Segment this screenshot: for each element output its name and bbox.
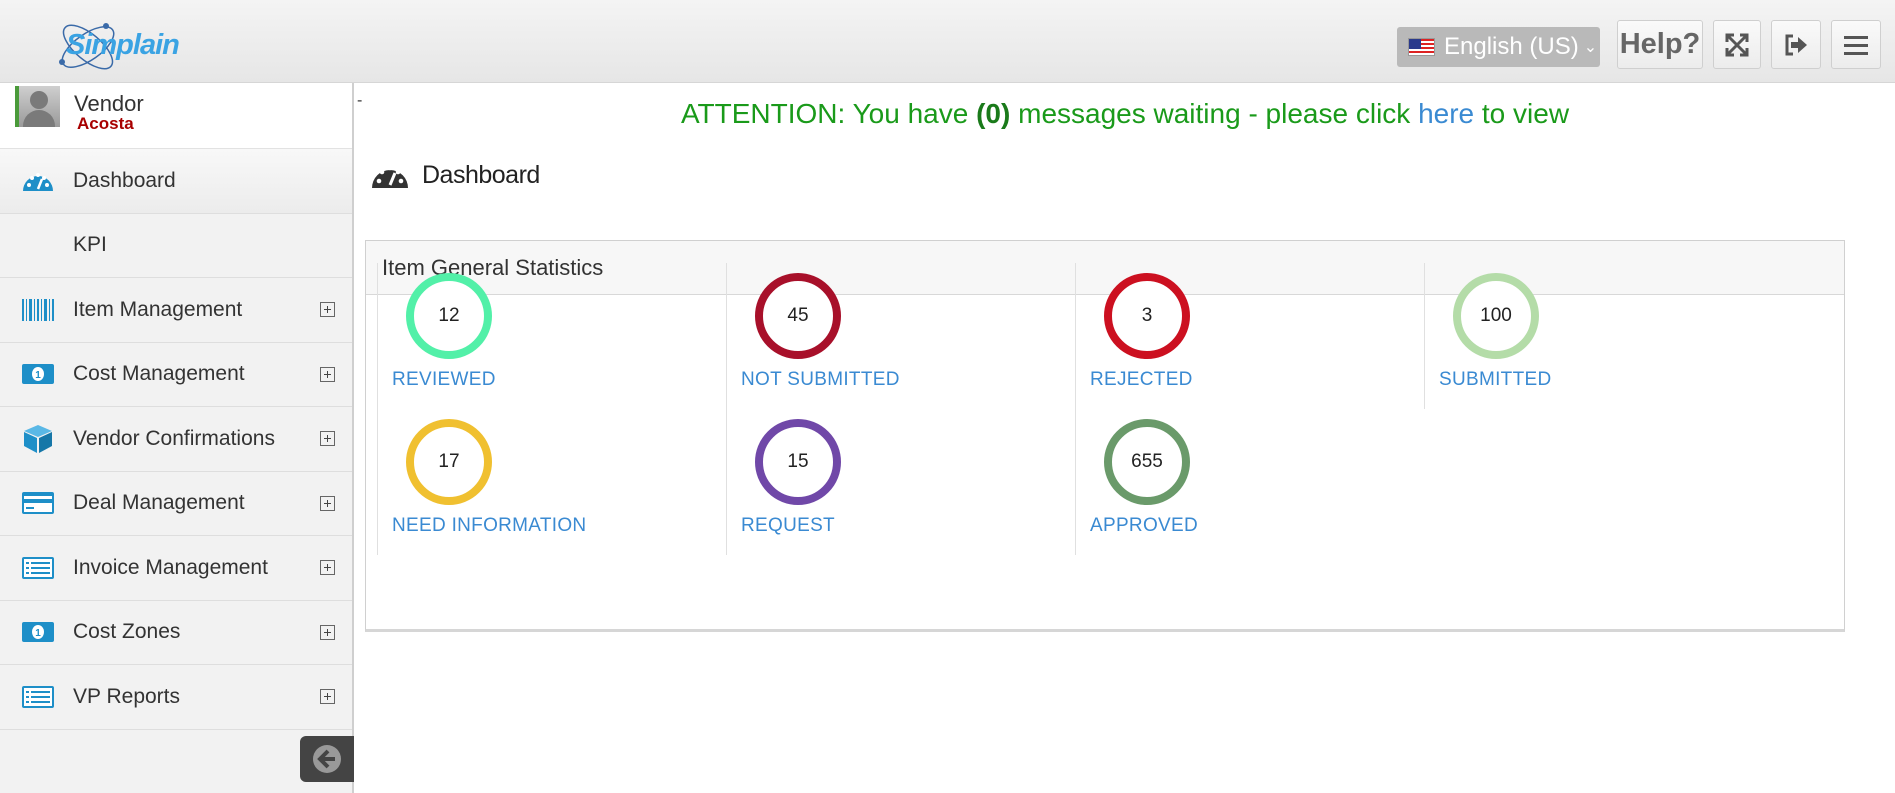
- stat-label[interactable]: NOT SUBMITTED: [741, 369, 900, 391]
- stat-label[interactable]: NEED INFORMATION: [392, 515, 586, 537]
- stat-label[interactable]: REQUEST: [741, 515, 835, 537]
- logo-text: Simplain: [66, 29, 180, 61]
- stat-ring: 12: [406, 273, 492, 359]
- user-panel: Vendor Acosta: [0, 83, 352, 149]
- fullscreen-icon: [1725, 33, 1749, 56]
- sidebar-item-kpi[interactable]: KPI: [0, 214, 352, 278]
- sidebar-item-cost-management[interactable]: 1 Cost Management: [0, 343, 352, 407]
- expand-icon[interactable]: [320, 624, 335, 640]
- us-flag-icon: [1408, 38, 1435, 56]
- stat-ring: 15: [755, 419, 841, 505]
- top-bar: Simplain English (US) ⌄ Help?: [0, 0, 1895, 83]
- avatar: [15, 86, 60, 127]
- messages-link[interactable]: here: [1418, 98, 1474, 129]
- help-button[interactable]: Help?: [1617, 20, 1703, 69]
- stat-request[interactable]: 15 REQUEST: [726, 409, 1074, 555]
- stat-ring: 45: [755, 273, 841, 359]
- stat-submitted[interactable]: 100 SUBMITTED: [1424, 263, 1772, 409]
- chevron-down-icon: ⌄: [1583, 39, 1598, 56]
- box-icon: [21, 424, 55, 453]
- expand-icon[interactable]: [320, 302, 335, 318]
- money-icon: 1: [21, 618, 55, 646]
- sidebar-item-invoice-management[interactable]: Invoice Management: [0, 536, 352, 601]
- stat-rejected[interactable]: 3 REJECTED: [1075, 263, 1423, 409]
- sidebar-item-dashboard[interactable]: Dashboard: [0, 149, 352, 214]
- stat-ring: 3: [1104, 273, 1190, 359]
- list-icon: [21, 554, 55, 582]
- sidebar-item-item-management[interactable]: Item Management: [0, 278, 352, 343]
- sidebar-item-label: Cost Management: [73, 362, 245, 386]
- page-header: Dashboard: [370, 158, 540, 192]
- sidebar-item-label: Item Management: [73, 297, 243, 321]
- sidebar-item-cost-zones[interactable]: 1 Cost Zones: [0, 601, 352, 665]
- dashboard-icon: [372, 165, 408, 188]
- stat-ring: 17: [406, 419, 492, 505]
- sidebar-item-deal-management[interactable]: Deal Management: [0, 472, 352, 536]
- expand-icon[interactable]: [320, 366, 335, 382]
- sidebar-item-label: Deal Management: [73, 491, 245, 515]
- expand-icon[interactable]: [320, 431, 335, 447]
- attention-middle: messages waiting - please click: [1018, 98, 1411, 129]
- arrow-left-circle-icon: [313, 745, 341, 773]
- expand-icon[interactable]: [320, 689, 335, 705]
- collapse-sidebar-button[interactable]: [300, 736, 354, 782]
- user-name: Acosta: [77, 114, 134, 133]
- message-count: (0): [976, 98, 1011, 129]
- logout-button[interactable]: [1771, 20, 1821, 69]
- expand-icon[interactable]: [320, 495, 335, 511]
- language-select[interactable]: English (US) ⌄: [1397, 27, 1600, 67]
- menu-button[interactable]: [1831, 20, 1881, 69]
- sidebar-item-vendor-confirmations[interactable]: Vendor Confirmations: [0, 407, 352, 472]
- stat-ring: 655: [1104, 419, 1190, 505]
- sidebar-item-label: KPI: [73, 233, 107, 257]
- attention-suffix: to view: [1481, 98, 1570, 129]
- stat-ring: 100: [1453, 273, 1539, 359]
- hamburger-icon: [1844, 35, 1868, 55]
- sidebar: Vendor Acosta Dashboard KPI Item Managem…: [0, 83, 354, 793]
- sidebar-item-vp-reports[interactable]: VP Reports: [0, 665, 352, 730]
- svg-text:1: 1: [35, 370, 41, 381]
- page-title: Dashboard: [422, 160, 540, 189]
- barcode-icon: [21, 296, 55, 324]
- sidebar-item-label: VP Reports: [73, 684, 180, 708]
- stat-need-information[interactable]: 17 NEED INFORMATION: [377, 409, 725, 555]
- sidebar-item-label: Vendor Confirmations: [73, 426, 275, 450]
- stat-label[interactable]: SUBMITTED: [1439, 369, 1551, 391]
- svg-text:1: 1: [35, 628, 41, 639]
- stat-label[interactable]: APPROVED: [1090, 515, 1198, 537]
- stat-approved[interactable]: 655 APPROVED: [1075, 409, 1423, 555]
- expand-icon[interactable]: [320, 560, 335, 576]
- dashboard-icon: [21, 167, 55, 195]
- stat-label[interactable]: REJECTED: [1090, 369, 1193, 391]
- money-icon: 1: [21, 360, 55, 388]
- attention-prefix: ATTENTION: You have: [680, 98, 969, 129]
- list-icon: [21, 683, 55, 711]
- credit-card-icon: [21, 489, 55, 517]
- language-label: English (US): [1444, 33, 1579, 60]
- stat-label[interactable]: REVIEWED: [392, 369, 496, 391]
- item-statistics-panel: Item General Statistics 12 REVIEWED 45 N…: [365, 240, 1845, 632]
- sidebar-item-label: Cost Zones: [73, 620, 181, 644]
- stat-reviewed[interactable]: 12 REVIEWED: [377, 263, 725, 409]
- sidebar-item-label: Invoice Management: [73, 555, 268, 579]
- sidebar-item-label: Dashboard: [73, 168, 176, 192]
- attention-banner: ATTENTION: You have (0) messages waiting…: [357, 98, 1893, 130]
- fullscreen-button[interactable]: [1713, 20, 1761, 69]
- sign-out-icon: [1785, 34, 1807, 55]
- stat-not-submitted[interactable]: 45 NOT SUBMITTED: [726, 263, 1074, 409]
